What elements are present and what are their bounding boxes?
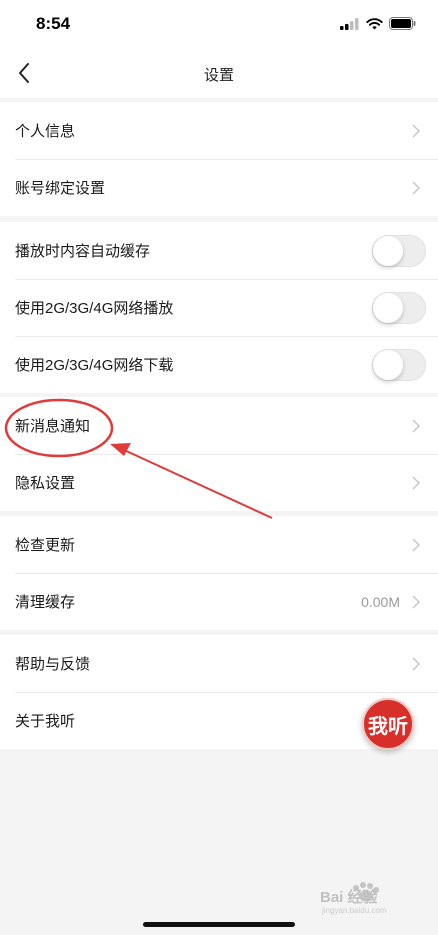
- signal-icon: [340, 17, 359, 30]
- chevron-right-icon: [412, 476, 420, 489]
- settings-section-maintenance: 检查更新 清理缓存 0.00M: [0, 516, 438, 630]
- row-personal-info[interactable]: 个人信息: [0, 102, 438, 159]
- network-play-toggle[interactable]: [372, 291, 426, 324]
- row-network-download: 使用2G/3G/4G网络下载: [0, 336, 438, 393]
- row-label: 关于我听: [15, 713, 76, 730]
- wifi-icon: [366, 17, 383, 29]
- settings-section-network: 播放时内容自动缓存 使用2G/3G/4G网络播放 使用2G/3G/4G网络下载: [0, 222, 438, 393]
- watermark-subtext: jingyan.baidu.com: [321, 906, 387, 915]
- page-title: 设置: [203, 67, 234, 84]
- cache-size-value: 0.00M: [361, 593, 400, 610]
- floating-app-button[interactable]: 我听: [362, 698, 414, 750]
- toggle-knob: [373, 349, 403, 380]
- row-label: 使用2G/3G/4G网络播放: [15, 300, 174, 317]
- chevron-right-icon: [412, 595, 420, 608]
- status-bar: 8:54: [0, 0, 438, 48]
- row-label: 使用2G/3G/4G网络下载: [15, 357, 174, 374]
- chevron-right-icon: [412, 657, 420, 670]
- row-network-play: 使用2G/3G/4G网络播放: [0, 279, 438, 336]
- chevron-right-icon: [412, 124, 420, 137]
- chevron-right-icon: [412, 538, 420, 551]
- row-help-feedback[interactable]: 帮助与反馈: [0, 635, 438, 692]
- row-label: 新消息通知: [15, 418, 91, 435]
- toggle-knob: [373, 292, 403, 323]
- row-auto-cache: 播放时内容自动缓存: [0, 222, 438, 279]
- row-label: 清理缓存: [15, 594, 76, 611]
- toggle-knob: [373, 235, 403, 266]
- row-label: 个人信息: [15, 123, 76, 140]
- auto-cache-toggle[interactable]: [372, 234, 426, 267]
- row-label: 播放时内容自动缓存: [15, 243, 151, 260]
- row-label: 隐私设置: [15, 475, 76, 492]
- nav-bar: 设置: [0, 48, 438, 98]
- watermark-text: Bai 经验: [320, 888, 379, 906]
- row-label: 账号绑定设置: [15, 180, 106, 197]
- row-privacy-settings[interactable]: 隐私设置: [0, 454, 438, 511]
- settings-section-notifications: 新消息通知 隐私设置: [0, 397, 438, 511]
- row-label: 检查更新: [15, 537, 76, 554]
- row-label: 帮助与反馈: [15, 656, 91, 673]
- baidu-watermark: Bai 经验 jingyan.baidu.com: [320, 882, 387, 915]
- status-icons: [340, 17, 416, 30]
- status-time: 8:54: [36, 14, 71, 33]
- settings-section-account: 个人信息 账号绑定设置: [0, 102, 438, 216]
- row-clear-cache[interactable]: 清理缓存 0.00M: [0, 573, 438, 630]
- network-download-toggle[interactable]: [372, 348, 426, 381]
- row-check-update[interactable]: 检查更新: [0, 516, 438, 573]
- home-indicator: [143, 922, 295, 927]
- chevron-right-icon: [412, 181, 420, 194]
- row-new-message-notification[interactable]: 新消息通知: [0, 397, 438, 454]
- row-account-binding[interactable]: 账号绑定设置: [0, 159, 438, 216]
- battery-icon: [389, 17, 416, 30]
- chevron-right-icon: [412, 419, 420, 432]
